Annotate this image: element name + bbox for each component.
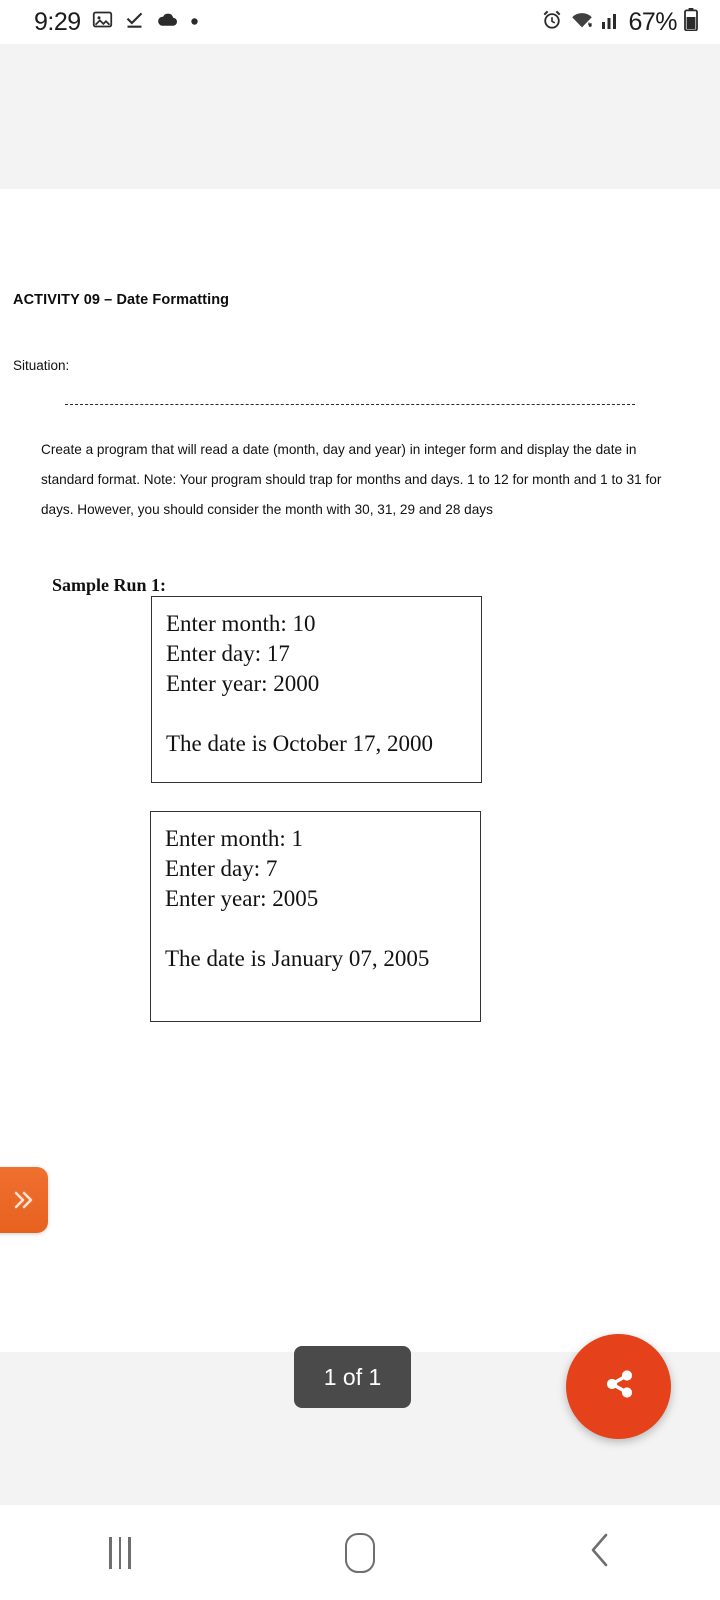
sample-run-box: Enter month: 10 Enter day: 17 Enter year… [151,596,482,783]
page-title: ACTIVITY 09 – Date Formatting [13,292,230,308]
run-result-line: The date is October 17, 2000 [166,731,433,756]
situation-label: Situation: [13,358,70,373]
wifi-icon [570,9,594,36]
run-line: Enter day: 7 [165,856,278,881]
sample-run-label: Sample Run 1: [52,575,167,595]
alarm-icon [541,9,563,36]
status-bar-left: 9:29 [34,8,199,37]
signal-icon [601,10,621,35]
image-icon [92,9,113,35]
double-chevron-right-icon [6,1187,36,1213]
situation-body-text: Create a program that will read a date (… [41,442,662,517]
run-line: Enter year: 2000 [166,671,320,696]
run-line: Enter month: 10 [166,611,316,636]
battery-icon [684,8,698,36]
download-complete-icon [124,9,145,35]
dashed-divider [65,404,635,405]
android-navigation-bar [0,1505,720,1600]
sample-run-box: Enter month: 1 Enter day: 7 Enter year: … [150,811,481,1022]
expand-panel-tab[interactable] [0,1167,48,1233]
recents-button[interactable] [0,1505,240,1600]
status-bar-right: 67% [541,8,698,37]
run-line: Enter day: 17 [166,641,290,666]
recents-icon [109,1536,131,1569]
home-icon [345,1532,375,1573]
clock: 9:29 [34,7,81,36]
page-indicator[interactable]: 1 of 1 [294,1346,411,1408]
status-bar: 9:29 67% [0,0,720,44]
back-chevron-icon [586,1530,614,1575]
share-button[interactable] [566,1334,671,1439]
cloud-icon [156,11,179,34]
viewer-top-area [0,44,720,189]
run-result-line: The date is January 07, 2005 [165,946,430,971]
share-icon [596,1361,642,1412]
battery-percent-label: 67% [628,7,677,36]
home-button[interactable] [240,1505,480,1600]
run-line: Enter month: 1 [165,826,303,851]
back-button[interactable] [480,1505,720,1600]
dot-icon [190,13,199,31]
run-line: Enter year: 2005 [165,886,319,911]
